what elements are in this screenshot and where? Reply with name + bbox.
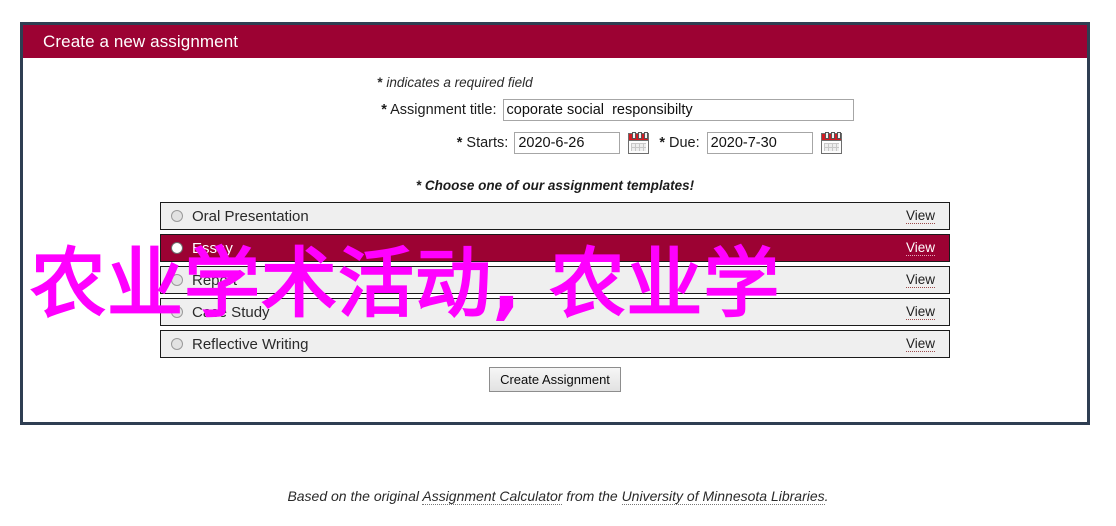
template-view-link[interactable]: View	[905, 208, 935, 224]
template-radio-button[interactable]	[171, 338, 183, 350]
due-date-input[interactable]	[706, 132, 813, 154]
calendar-icon-header	[629, 131, 649, 141]
umn-libraries-link[interactable]: University of Minnesota Libraries	[621, 488, 825, 505]
template-radio-button[interactable]	[171, 274, 183, 286]
footer-suffix: .	[824, 488, 829, 504]
template-radio-button[interactable]	[171, 210, 183, 222]
template-label: Essay	[192, 239, 233, 257]
calendar-icon-grid	[631, 142, 647, 151]
page-footer: Based on the original Assignment Calcula…	[0, 488, 1116, 505]
create-assignment-button[interactable]: Create Assignment	[489, 367, 621, 392]
panel-header: Create a new assignment	[23, 25, 1087, 58]
due-date-label: * Due:	[649, 135, 706, 151]
template-view-link[interactable]: View	[905, 240, 935, 256]
template-row[interactable]: Oral Presentation View	[160, 202, 950, 230]
template-view-link[interactable]: View	[905, 304, 935, 320]
template-row[interactable]: Case Study View	[160, 298, 950, 326]
calendar-icon-header	[821, 131, 841, 141]
calendar-icon-grid	[823, 142, 839, 151]
template-view-link[interactable]: View	[905, 272, 935, 288]
assignment-title-input[interactable]	[502, 99, 854, 121]
template-view-link[interactable]: View	[905, 336, 935, 352]
assignment-dates-row: * Starts: * Due:	[23, 131, 1087, 154]
template-label: Report	[192, 271, 238, 289]
assignment-title-label-text: Assignment title:	[386, 102, 497, 118]
assignment-title-label: * Assignment title:	[257, 102, 503, 118]
starts-date-label: * Starts:	[268, 135, 514, 151]
panel-title: Create a new assignment	[43, 32, 239, 51]
submit-row: Create Assignment	[23, 367, 1087, 392]
template-row[interactable]: Essay View	[160, 234, 950, 262]
assignment-calculator-link[interactable]: Assignment Calculator	[422, 488, 563, 505]
choose-template-note: * Choose one of our assignment templates…	[23, 178, 1087, 193]
due-calendar-icon[interactable]	[820, 131, 842, 154]
template-radio-button[interactable]	[171, 306, 183, 318]
required-field-note: * indicates a required field	[23, 58, 1087, 90]
template-radio-button[interactable]	[171, 242, 183, 254]
due-label-text: Due:	[664, 135, 700, 151]
template-row[interactable]: Reflective Writing View	[160, 330, 950, 358]
panel-body: * indicates a required field * Assignmen…	[23, 58, 1087, 392]
create-assignment-panel: Create a new assignment * indicates a re…	[20, 22, 1090, 425]
required-note-text: indicates a required field	[382, 75, 533, 90]
template-label: Reflective Writing	[192, 335, 309, 353]
footer-prefix: Based on the original	[287, 488, 423, 504]
starts-date-input[interactable]	[514, 132, 621, 154]
choose-note-text: Choose one of our assignment templates!	[421, 178, 695, 193]
template-row[interactable]: Report View	[160, 266, 950, 294]
template-label: Case Study	[192, 303, 270, 321]
template-list: Oral Presentation View Essay View Report View…	[160, 202, 950, 358]
template-label: Oral Presentation	[192, 207, 309, 225]
starts-calendar-icon[interactable]	[628, 131, 650, 154]
assignment-title-row: * Assignment title:	[23, 99, 1087, 121]
starts-label-text: Starts:	[462, 135, 509, 151]
footer-middle: from the	[562, 488, 622, 504]
